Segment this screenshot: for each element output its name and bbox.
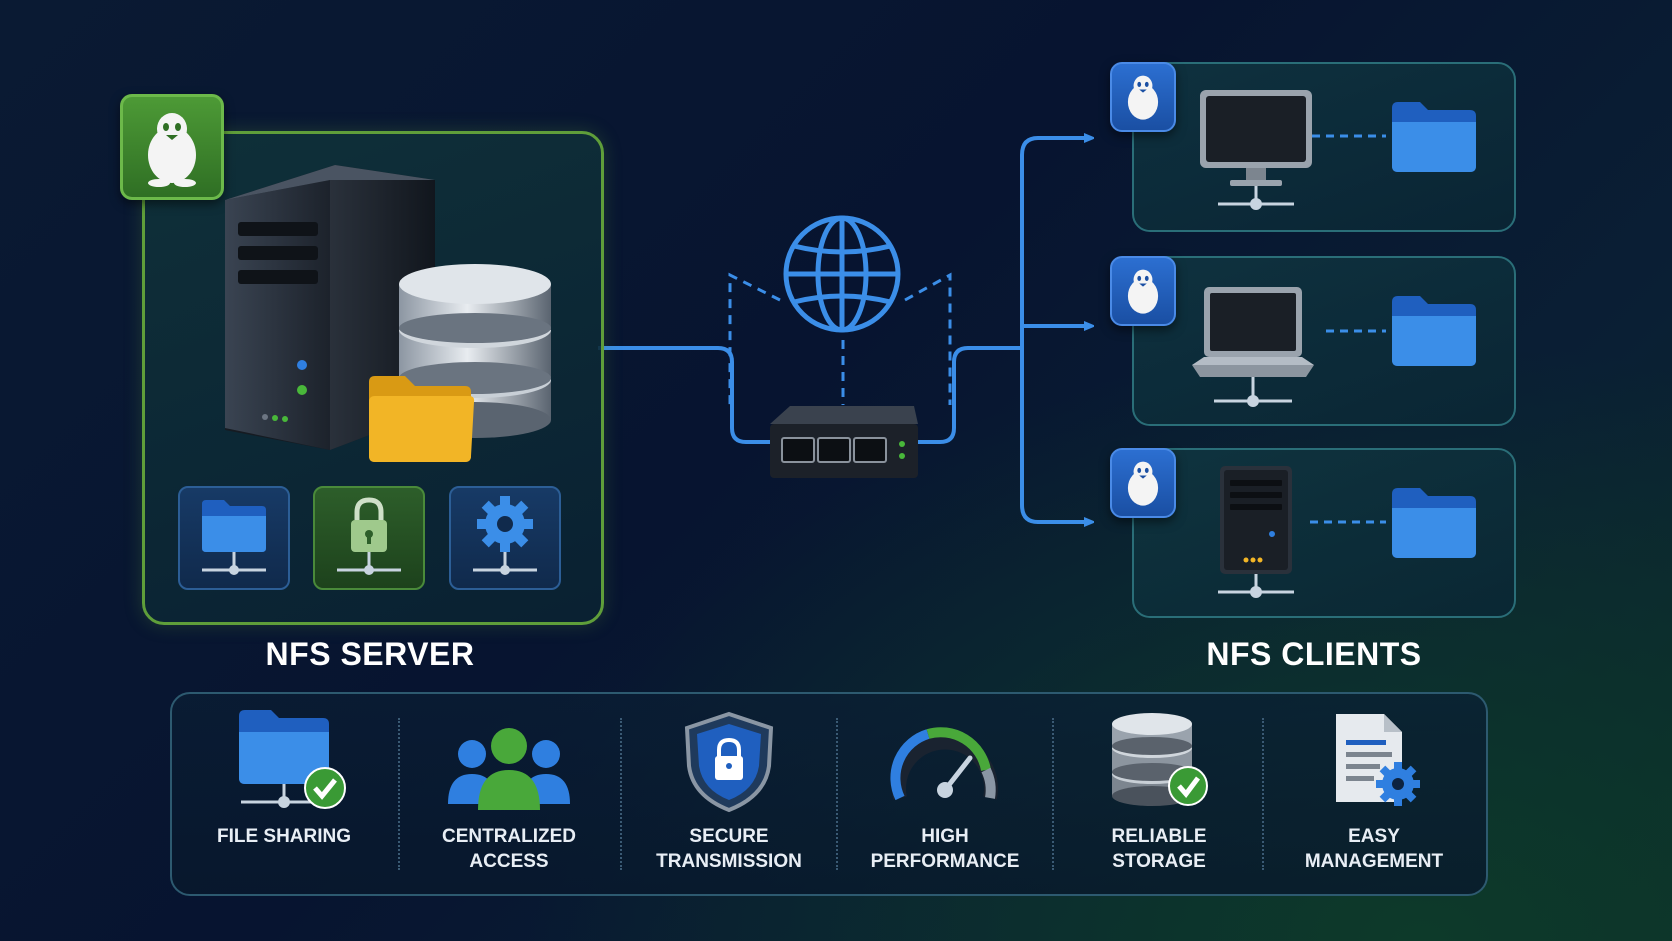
folder-icon xyxy=(1392,488,1476,558)
server-tile-lock xyxy=(313,486,425,590)
network-lock-icon xyxy=(337,497,401,575)
linux-penguin-icon xyxy=(1127,269,1159,314)
folder-icon xyxy=(1392,102,1476,172)
globe-icon xyxy=(783,215,901,333)
laptop-icon xyxy=(1192,287,1314,407)
shield-lock-icon xyxy=(684,711,774,813)
database-check-icon xyxy=(1112,713,1208,806)
network-folder-icon xyxy=(202,500,266,575)
linux-penguin-icon xyxy=(1127,461,1159,506)
switch-link-line xyxy=(916,346,1022,444)
feature-reliable-storage: RELIABLE STORAGE xyxy=(1054,694,1264,894)
shared-folder-check-icon xyxy=(239,710,346,809)
network-gear-icon xyxy=(473,496,537,575)
feature-label: RELIABLE STORAGE xyxy=(1111,826,1207,872)
network-switch-icon xyxy=(770,406,918,478)
yellow-folder-icon xyxy=(369,376,475,462)
server-link-line xyxy=(598,346,770,444)
features-bar: FILE SHARING CENTRALIZED ACCESS SECURE T… xyxy=(170,692,1488,896)
feature-high-performance: HIGH PERFORMANCE xyxy=(838,694,1052,894)
client-linux-badge xyxy=(1110,256,1176,326)
server-linux-badge xyxy=(120,94,224,200)
desktop-monitor-icon xyxy=(1200,90,1312,210)
server-label: NFS SERVER xyxy=(265,636,475,672)
linux-penguin-icon xyxy=(148,113,196,187)
linux-penguin-icon xyxy=(1127,75,1159,120)
server-tile-folder xyxy=(178,486,290,590)
feature-label: SECURE TRANSMISSION xyxy=(656,826,802,872)
feature-label: FILE SHARING xyxy=(216,826,352,847)
tower-server-icon xyxy=(1218,466,1294,598)
speedometer-icon xyxy=(890,727,998,801)
client-linux-badge xyxy=(1110,62,1176,132)
feature-secure-transmission: SECURE TRANSMISSION xyxy=(622,694,836,894)
feature-label: HIGH PERFORMANCE xyxy=(870,826,1020,872)
users-group-icon xyxy=(448,728,570,810)
server-tile-gear xyxy=(449,486,561,590)
feature-centralized-access: CENTRALIZED ACCESS xyxy=(400,694,618,894)
feature-label: CENTRALIZED ACCESS xyxy=(441,826,577,872)
feature-label: EASY MANAGEMENT xyxy=(1304,826,1444,872)
client-linux-badge xyxy=(1110,448,1176,518)
feature-easy-management: EASY MANAGEMENT xyxy=(1264,694,1484,894)
clients-label: NFS CLIENTS xyxy=(1206,636,1422,672)
document-gear-icon xyxy=(1336,714,1420,806)
feature-file-sharing: FILE SHARING xyxy=(172,694,396,894)
folder-icon xyxy=(1392,296,1476,366)
client-trunk-line xyxy=(1020,138,1090,156)
